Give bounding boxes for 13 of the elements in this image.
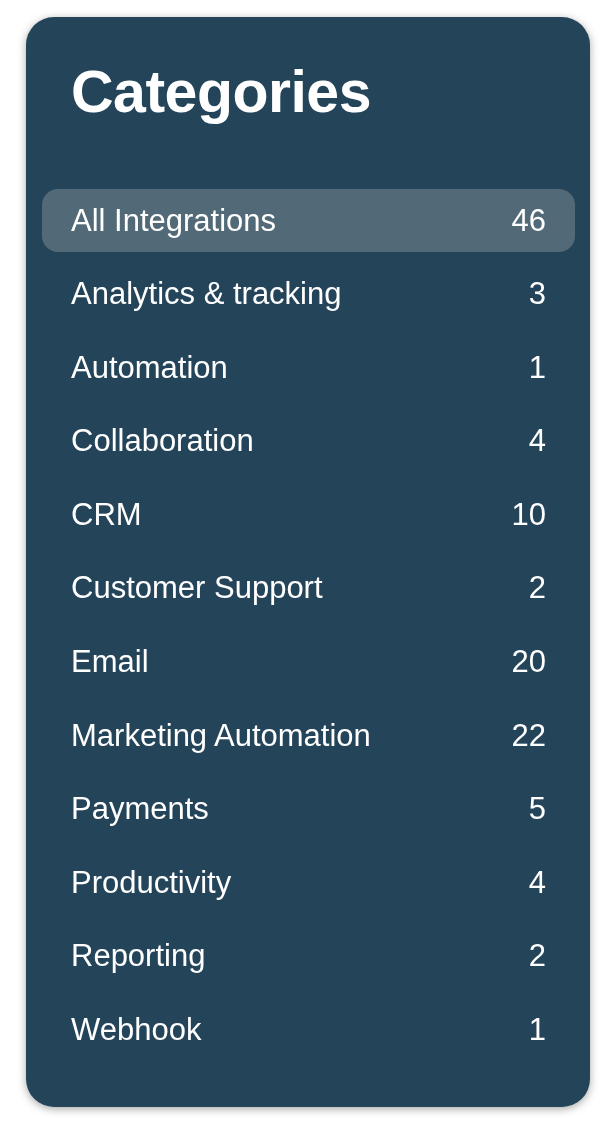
category-item[interactable]: Analytics & tracking 3	[42, 262, 575, 326]
category-item[interactable]: Reporting 2	[42, 924, 575, 988]
category-item[interactable]: Email 20	[42, 630, 575, 694]
category-item[interactable]: Webhook 1	[42, 998, 575, 1062]
category-item[interactable]: Customer Support 2	[42, 556, 575, 620]
category-item[interactable]: Automation 1	[42, 336, 575, 400]
category-item[interactable]: Payments 5	[42, 777, 575, 841]
category-item[interactable]: Marketing Automation 22	[42, 704, 575, 768]
category-item[interactable]: CRM 10	[42, 483, 575, 547]
panel-title: Categories	[71, 58, 371, 127]
category-item[interactable]: Collaboration 4	[42, 409, 575, 473]
category-item[interactable]: Productivity 4	[42, 851, 575, 915]
category-item[interactable]: All Integrations 46	[42, 189, 575, 252]
